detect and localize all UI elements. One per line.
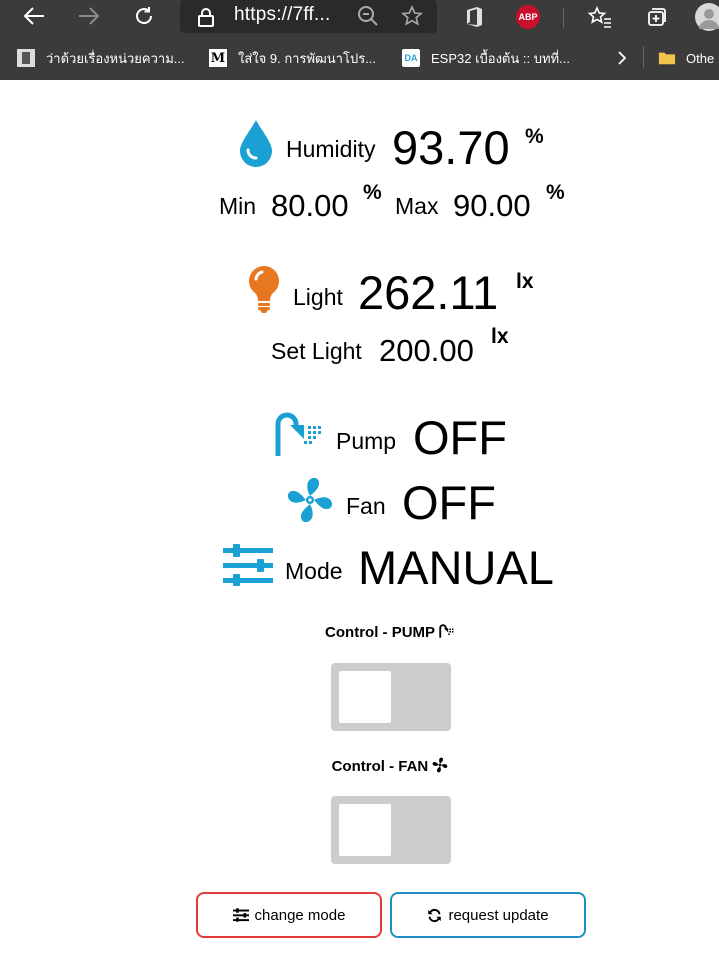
arrow-right-icon (79, 7, 100, 25)
bookmark-favicon-icon (17, 49, 35, 67)
zoom-icon[interactable] (356, 4, 380, 28)
chevron-right-icon[interactable] (612, 48, 632, 68)
change-mode-button[interactable]: change mode (196, 892, 382, 938)
profile-avatar-icon[interactable] (695, 3, 719, 31)
fan-state: OFF (402, 476, 496, 529)
humidity-label: Humidity (286, 136, 376, 162)
fan-label: Fan (346, 493, 386, 519)
set-light-label: Set Light (271, 338, 362, 364)
fan-control-title: Control - FAN (0, 757, 719, 775)
favorite-star-icon[interactable] (400, 4, 424, 28)
folder-icon (658, 49, 676, 67)
sliders-icon (232, 908, 249, 922)
light-label: Light (293, 284, 343, 310)
humidity-max-label: Max (395, 193, 439, 219)
shower-icon (274, 412, 326, 456)
pump-control-title: Control - PUMP (0, 624, 719, 641)
arrow-left-icon (23, 7, 44, 25)
adblock-extension-icon[interactable]: ABP (516, 5, 540, 29)
bookmark-item[interactable]: ว่าด้วยเรื่องหน่วยความ... (17, 48, 185, 68)
fan-icon (285, 475, 335, 525)
bookmark-label: ว่าด้วยเรื่องหน่วยความ... (46, 50, 185, 66)
collections-icon[interactable] (643, 4, 669, 30)
fan-toggle-switch[interactable] (331, 796, 451, 864)
pump-control-title-text: Control - PUMP (325, 624, 435, 641)
other-favorites-folder[interactable]: Othe (658, 48, 714, 68)
humidity-min-value: 80.00 (271, 188, 349, 223)
mode-state: MANUAL (358, 541, 554, 594)
set-light-value: 200.00 (379, 333, 474, 368)
bookmark-label: ESP32 เบื้องต้น :: บทที่... (431, 50, 570, 66)
office-extension-icon[interactable] (462, 4, 486, 30)
back-button[interactable] (18, 2, 50, 30)
humidity-max-unit: % (546, 181, 565, 204)
water-drop-icon (237, 118, 275, 168)
toolbar-divider (563, 8, 564, 28)
bookmark-item[interactable]: DA ESP32 เบื้องต้น :: บทที่... (402, 48, 570, 68)
shower-icon (439, 624, 454, 638)
pump-state: OFF (413, 411, 507, 464)
set-light-unit: lx (491, 325, 509, 348)
reload-button[interactable] (128, 2, 160, 30)
bookmark-favicon-icon: DA (402, 49, 420, 67)
bookmark-item[interactable]: M ใส่ใจ 9. การพัฒนาโปร... (209, 48, 376, 68)
light-unit: lx (516, 270, 534, 293)
fan-toggle-knob (339, 804, 391, 856)
request-update-label: request update (448, 906, 549, 924)
favorites-icon[interactable] (587, 4, 613, 30)
bookmark-label: Othe (686, 50, 715, 66)
humidity-min-label: Min (219, 193, 257, 219)
medium-favicon-icon: M (209, 49, 227, 67)
pump-toggle-knob (339, 671, 391, 723)
pump-label: Pump (336, 428, 397, 454)
light-value: 262.11 (358, 266, 499, 319)
reload-icon (136, 7, 152, 24)
pump-toggle-switch[interactable] (331, 663, 451, 731)
request-update-button[interactable]: request update (390, 892, 586, 938)
fan-control-title-text: Control - FAN (331, 758, 429, 775)
forward-button[interactable] (73, 2, 105, 30)
bookmarks-bar: ว่าด้วยเรื่องหน่วยความ... M ใส่ใจ 9. การ… (0, 35, 719, 80)
mode-label: Mode (285, 558, 343, 584)
humidity-min-unit: % (363, 181, 382, 204)
url-text: https://7ff... (234, 4, 331, 25)
bookmarks-divider (643, 46, 644, 68)
lock-icon (196, 6, 216, 28)
fan-icon (433, 757, 448, 773)
change-mode-label: change mode (254, 906, 346, 924)
address-bar[interactable]: https://7ff... (180, 0, 437, 33)
humidity-value: 93.70 (392, 121, 510, 174)
sync-icon (428, 908, 442, 922)
light-bulb-icon (246, 264, 282, 314)
humidity-unit: % (525, 125, 544, 148)
browser-toolbar: https://7ff... ABP (0, 0, 719, 35)
sliders-icon (223, 543, 273, 587)
humidity-max-value: 90.00 (453, 188, 531, 223)
bookmark-label: ใส่ใจ 9. การพัฒนาโปร... (238, 50, 377, 66)
